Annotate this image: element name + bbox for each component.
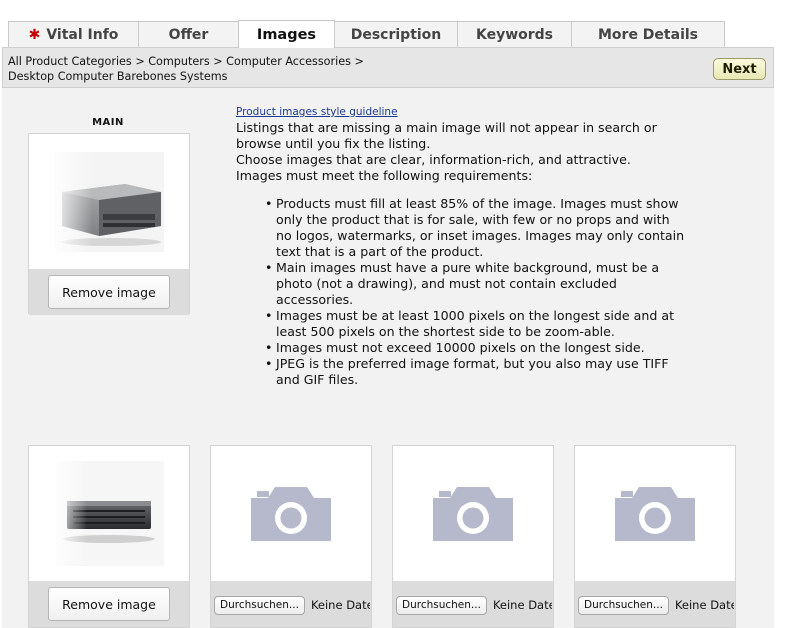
camera-icon: [433, 487, 513, 541]
intro-text: Images must meet the following requireme…: [236, 168, 533, 183]
intro-text: Choose images that are clear, informatio…: [236, 152, 631, 167]
breadcrumb-line-2: Desktop Computer Barebones Systems: [8, 70, 228, 83]
requirements-list: Products must fill at least 85% of the i…: [265, 196, 686, 388]
list-item: Main images must have a pure white backg…: [265, 260, 686, 308]
tab-offer[interactable]: Offer: [138, 21, 239, 47]
image-slot-4: Durchsuchen... Keine Datei ausgewählt.: [574, 445, 736, 628]
camera-icon: [615, 487, 695, 541]
list-item: Images must not exceed 10000 pixels on t…: [265, 340, 686, 356]
required-star-icon: ✱: [28, 26, 41, 43]
image-placeholder: [575, 446, 735, 581]
tab-description[interactable]: Description: [334, 21, 458, 47]
no-file-text: Keine Datei ausgewählt.: [492, 598, 552, 612]
browse-button[interactable]: Durchsuchen...: [396, 595, 487, 615]
image-placeholder: [211, 446, 371, 581]
remove-image-button[interactable]: Remove image: [48, 275, 170, 309]
breadcrumb: All Product Categories > Computers > Com…: [8, 54, 388, 84]
breadcrumb-line-1: All Product Categories > Computers > Com…: [8, 55, 364, 68]
no-file-text: Keine Datei ausgewählt.: [674, 598, 734, 612]
style-guideline-link[interactable]: Product images style guideline: [236, 106, 398, 118]
tab-label: Vital Info: [46, 26, 119, 43]
guideline-intro: Listings that are missing a main image w…: [236, 120, 666, 184]
list-item: Images must be at least 1000 pixels on t…: [265, 308, 686, 340]
tab-label: Offer: [168, 26, 209, 43]
image-slot-1: Remove image: [28, 445, 190, 628]
slot-footer: Remove image: [29, 581, 189, 627]
tab-label: More Details: [597, 26, 698, 43]
list-item: JPEG is the preferred image format, but …: [265, 356, 686, 388]
intro-text: Listings that are missing a main image w…: [236, 120, 657, 151]
file-input[interactable]: Durchsuchen... Keine Datei ausgewählt.: [214, 595, 370, 615]
tab-bar: ✱ Vital Info Offer Images Description Ke…: [8, 20, 725, 48]
file-input[interactable]: Durchsuchen... Keine Datei ausgewählt.: [396, 595, 552, 615]
image-placeholder: [393, 446, 553, 581]
tab-label: Description: [350, 26, 442, 43]
camera-icon: [251, 487, 331, 541]
browse-button[interactable]: Durchsuchen...: [214, 595, 305, 615]
main-image-slot: Remove image: [28, 133, 190, 315]
tab-more-details[interactable]: More Details: [571, 21, 725, 47]
slot-footer: Durchsuchen... Keine Datei ausgewählt.: [575, 581, 735, 627]
product-photo: [54, 461, 164, 566]
tab-vital-info[interactable]: ✱ Vital Info: [8, 21, 139, 47]
product-image[interactable]: [29, 134, 189, 269]
main-image-label: MAIN: [92, 117, 124, 128]
slot-footer: Remove image: [29, 269, 189, 315]
slot-footer: Durchsuchen... Keine Datei ausgewählt.: [211, 581, 371, 627]
list-item: Products must fill at least 85% of the i…: [265, 196, 686, 260]
image-slot-3: Durchsuchen... Keine Datei ausgewählt.: [392, 445, 554, 628]
slot-footer: Durchsuchen... Keine Datei ausgewählt.: [393, 581, 553, 627]
category-bar: All Product Categories > Computers > Com…: [2, 47, 774, 88]
file-input[interactable]: Durchsuchen... Keine Datei ausgewählt.: [578, 595, 734, 615]
remove-image-button[interactable]: Remove image: [48, 587, 170, 621]
no-file-text: Keine Datei ausgewählt.: [310, 598, 370, 612]
tab-images[interactable]: Images: [238, 20, 335, 48]
product-photo: [54, 152, 164, 252]
browse-button[interactable]: Durchsuchen...: [578, 595, 669, 615]
tab-label: Images: [256, 26, 317, 43]
next-button[interactable]: Next: [713, 58, 766, 80]
product-image[interactable]: [29, 446, 189, 581]
tab-label: Keywords: [475, 26, 554, 43]
image-slot-2: Durchsuchen... Keine Datei ausgewählt.: [210, 445, 372, 628]
tab-keywords[interactable]: Keywords: [457, 21, 572, 47]
